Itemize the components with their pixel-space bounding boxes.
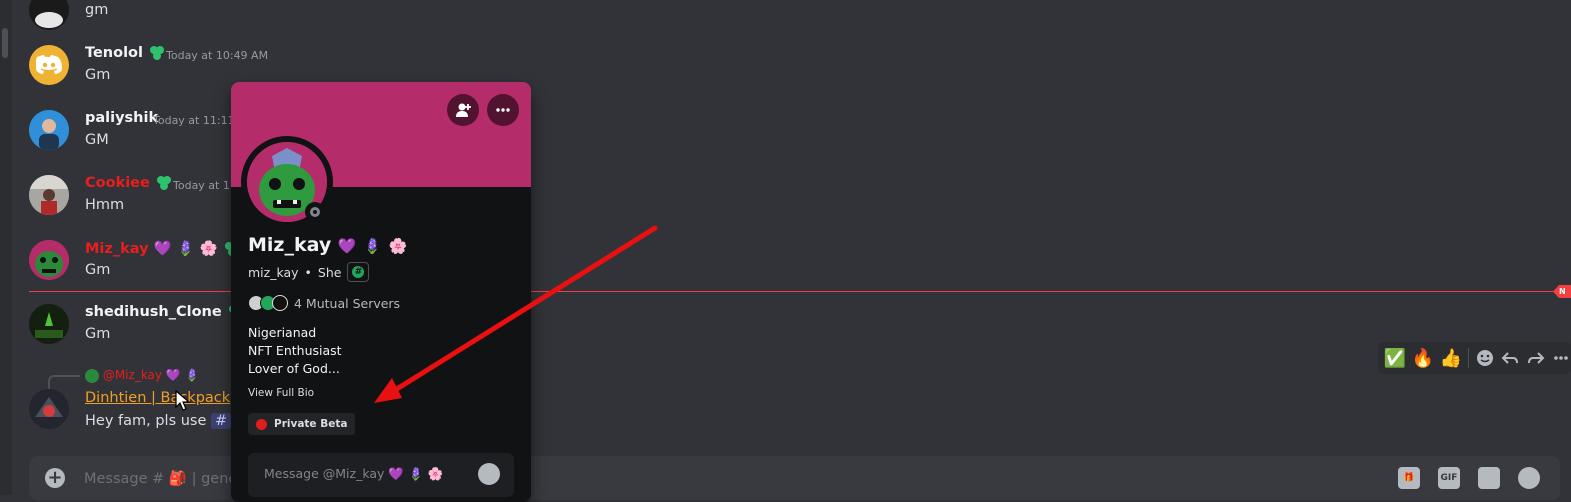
- message-item[interactable]: gm: [0, 0, 1560, 32]
- sticker-icon[interactable]: [1478, 467, 1500, 489]
- discord-logo-icon: [36, 55, 62, 74]
- gift-icon[interactable]: 🎁: [1398, 467, 1420, 489]
- avatar-photo-icon: [29, 175, 69, 215]
- heart-emoji-icon: 💜: [337, 237, 357, 255]
- composer-actions: 🎁 GIF: [1398, 467, 1540, 489]
- lavender-emoji-icon: 🪻: [176, 241, 195, 257]
- more-options-button[interactable]: [487, 94, 519, 126]
- emoji-picker-icon[interactable]: [478, 463, 500, 485]
- toolbar-divider: [1468, 348, 1469, 368]
- profile-bio: Nigerianad NFT Enthusiast Lover of God..…: [248, 325, 342, 376]
- avatar-image-icon: [29, 389, 69, 429]
- green-monster-avatar-icon: [29, 240, 69, 280]
- username[interactable]: paliyshik: [85, 110, 158, 126]
- avatar-image-icon: [29, 0, 69, 30]
- user-profile-popout: Miz_kay 💜 🪻 🌸 miz_kay • She # 4 Mutual S…: [231, 82, 531, 502]
- avatar[interactable]: [29, 389, 69, 429]
- mutual-server-icons: [248, 295, 288, 311]
- profile-display-name: Miz_kay 💜 🪻 🌸: [248, 234, 408, 256]
- avatar[interactable]: [29, 0, 69, 30]
- username[interactable]: Cookiee: [85, 175, 173, 191]
- username[interactable]: Tenolol: [85, 45, 166, 61]
- lavender-emoji-icon: 🪻: [407, 466, 424, 481]
- emoji-picker-icon[interactable]: [1518, 467, 1540, 489]
- add-friend-icon: [456, 103, 471, 117]
- more-options-icon[interactable]: [1551, 347, 1571, 369]
- role-pill: Private Beta: [248, 413, 356, 435]
- timestamp: Today at 10:49 AM: [166, 49, 269, 62]
- message-text: gm: [85, 2, 109, 18]
- avatar-image-icon: [29, 304, 69, 344]
- mouse-cursor-icon: [175, 390, 191, 411]
- lavender-emoji-icon: 🪻: [363, 237, 382, 255]
- channel-mention[interactable]: #: [211, 413, 232, 429]
- server-tag-badge[interactable]: #: [347, 262, 370, 282]
- reply-preview[interactable]: @Miz_kay 💜 🪻: [85, 368, 200, 383]
- reaction-thumbsup-button[interactable]: 👍: [1440, 347, 1462, 369]
- profile-pronouns: She: [317, 264, 342, 280]
- reaction-fire-button[interactable]: 🔥: [1412, 347, 1434, 369]
- gif-button[interactable]: GIF: [1438, 467, 1460, 489]
- profile-subtitle: miz_kay • She #: [248, 262, 370, 282]
- avatar[interactable]: [29, 45, 69, 85]
- lavender-emoji-icon: 🪻: [184, 368, 200, 382]
- avatar-photo-icon: [29, 110, 69, 150]
- add-friend-button[interactable]: [447, 94, 479, 126]
- reaction-check-button[interactable]: ✅: [1384, 347, 1406, 369]
- username[interactable]: Miz_kay 💜 🪻 🌸: [85, 240, 241, 257]
- mutual-servers-link[interactable]: 4 Mutual Servers: [248, 295, 400, 311]
- status-indicator: [305, 202, 325, 222]
- add-attachment-button[interactable]: +: [45, 468, 65, 488]
- role-color-dot: [256, 418, 267, 430]
- more-options-icon: [496, 108, 510, 112]
- heart-emoji-icon: 💜: [165, 368, 181, 382]
- message-text: Gm: [85, 67, 111, 83]
- add-reaction-icon[interactable]: [1475, 347, 1495, 369]
- composer-placeholder: Message # 🎒 | gener: [84, 471, 244, 487]
- avatar[interactable]: [29, 240, 69, 280]
- reply-avatar-icon: [85, 368, 99, 383]
- heart-emoji-icon: 💜: [153, 241, 172, 257]
- avatar[interactable]: [29, 110, 69, 150]
- leaf-badge-icon: [156, 176, 171, 190]
- message-hover-toolbar: ✅ 🔥 👍: [1378, 342, 1571, 374]
- avatar[interactable]: [29, 175, 69, 215]
- message-text: Hmm: [85, 197, 125, 213]
- leaf-badge-icon: [150, 46, 165, 60]
- flower-emoji-icon: 🌸: [427, 466, 444, 481]
- avatar[interactable]: [29, 304, 69, 344]
- reply-icon[interactable]: [1500, 347, 1520, 369]
- profile-message-input[interactable]: Message @Miz_kay 💜 🪻 🌸: [248, 453, 514, 497]
- flower-emoji-icon: 🌸: [388, 237, 408, 255]
- view-full-bio-link[interactable]: View Full Bio: [248, 387, 314, 399]
- separator-dot: •: [304, 264, 312, 280]
- forward-icon[interactable]: [1526, 347, 1546, 369]
- message-text: GM: [85, 132, 109, 148]
- flower-emoji-icon: 🌸: [199, 241, 218, 257]
- profile-message-placeholder: Message @Miz_kay 💜 🪻 🌸: [264, 466, 444, 481]
- heart-emoji-icon: 💜: [388, 466, 404, 481]
- profile-username[interactable]: miz_kay: [248, 265, 299, 280]
- message-text: Gm: [85, 262, 111, 278]
- username[interactable]: Dinhtien | Backpack: [85, 390, 230, 406]
- message-text: Hey fam, pls use #: [85, 413, 232, 429]
- message-text: Gm: [85, 326, 111, 342]
- username[interactable]: shedihush_Clone: [85, 304, 245, 320]
